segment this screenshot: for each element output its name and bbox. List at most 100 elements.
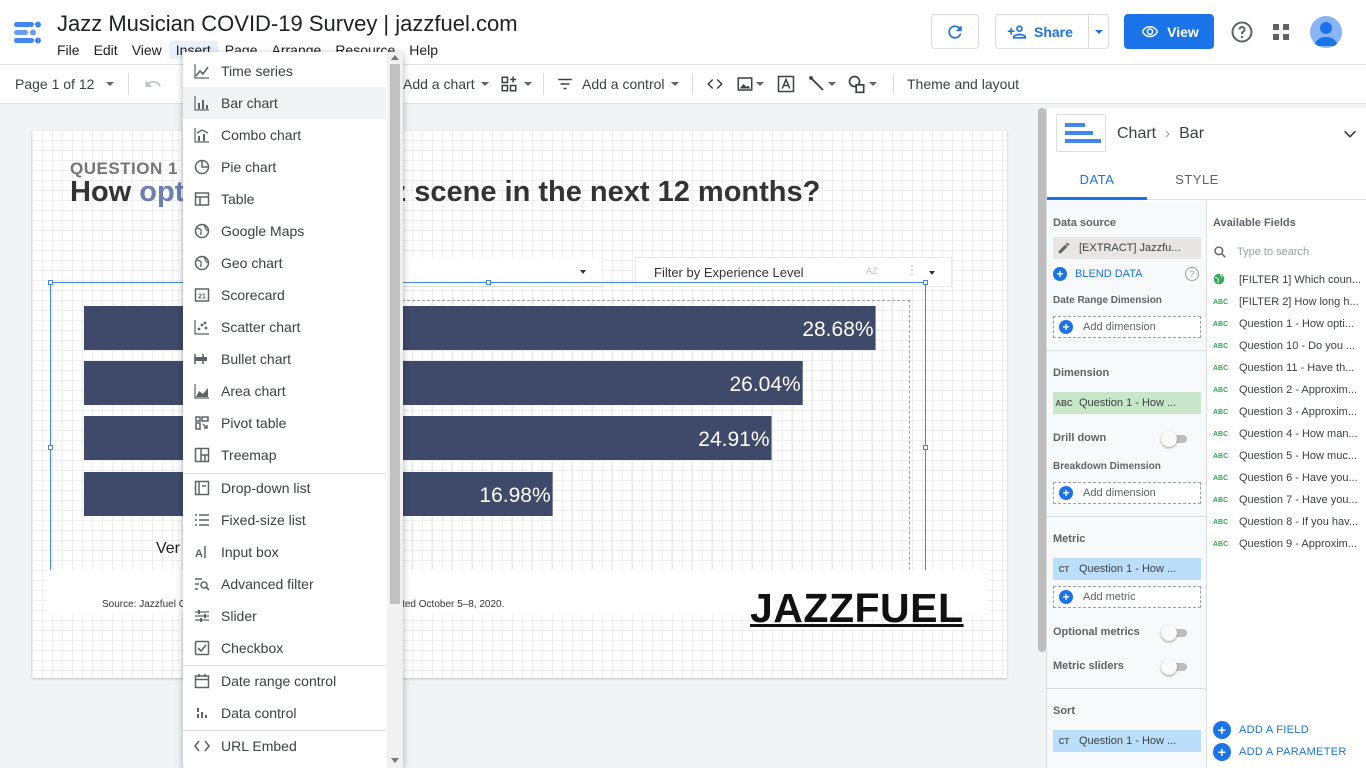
insert-menu-item-bullet-chart[interactable]: Bullet chart xyxy=(183,343,386,375)
share-button[interactable]: Share xyxy=(995,14,1109,49)
add-parameter-button[interactable]: + ADD A PARAMETER xyxy=(1213,743,1347,761)
insert-menu-item-time-series[interactable]: Time series xyxy=(183,55,386,87)
url-embed-button[interactable] xyxy=(705,65,725,103)
menu-scroll-thumb[interactable] xyxy=(390,64,400,604)
shape-button[interactable] xyxy=(847,65,877,103)
report-canvas[interactable]: QUESTION 1 How opt or the jazz scene in t… xyxy=(32,130,1007,678)
avatar[interactable] xyxy=(1310,16,1342,48)
insert-menu-item-url-embed[interactable]: URL Embed xyxy=(183,730,386,762)
dimension-pill[interactable]: ABC Question 1 - How ... xyxy=(1053,392,1201,414)
menu-file[interactable]: File xyxy=(50,41,87,59)
data-studio-logo[interactable] xyxy=(12,16,44,48)
insert-menu-item-bar-chart[interactable]: Bar chart xyxy=(183,87,386,119)
insert-menu-item-combo-chart[interactable]: Combo chart xyxy=(183,119,386,151)
menu-help[interactable]: Help xyxy=(402,41,445,59)
available-field[interactable]: ABC Question 8 - If you hav... xyxy=(1213,511,1363,533)
available-field[interactable]: ABC Question 4 - How man... xyxy=(1213,423,1363,445)
search-input[interactable] xyxy=(1237,246,1357,258)
available-field[interactable]: ABC Question 2 - Approxim... xyxy=(1213,379,1363,401)
chevron-down-icon xyxy=(756,82,764,86)
drill-down-toggle[interactable] xyxy=(1161,431,1189,447)
available-field[interactable]: ABC Question 3 - Approxim... xyxy=(1213,401,1363,423)
insert-menu-item-scatter-chart[interactable]: Scatter chart xyxy=(183,311,386,343)
add-field-button[interactable]: + ADD A FIELD xyxy=(1213,721,1309,739)
chart-type-picker[interactable] xyxy=(1056,114,1106,152)
insert-menu-item-geo-chart[interactable]: Geo chart xyxy=(183,247,386,279)
scroll-down-arrow[interactable] xyxy=(391,758,399,763)
apps-grid-icon[interactable] xyxy=(1269,20,1293,44)
add-date-dimension[interactable]: + Add dimension xyxy=(1053,316,1201,338)
blend-data-button[interactable]: + BLEND DATA xyxy=(1053,267,1142,281)
add-metric-label: Add metric xyxy=(1083,591,1136,603)
help-icon[interactable] xyxy=(1230,20,1254,44)
theme-layout-button[interactable]: Theme and layout xyxy=(907,65,1019,103)
image-button[interactable] xyxy=(736,65,764,103)
tab-style[interactable]: STYLE xyxy=(1147,164,1247,200)
report-title[interactable]: Jazz Musician COVID-19 Survey | jazzfuel… xyxy=(57,11,518,37)
tab-data[interactable]: DATA xyxy=(1047,164,1147,200)
field-name: Question 3 - Approxim... xyxy=(1239,406,1357,418)
optional-metrics-toggle[interactable] xyxy=(1161,625,1189,641)
toolbar-divider xyxy=(893,73,894,95)
insert-menu-item-checkbox[interactable]: Checkbox xyxy=(183,632,386,664)
text-button[interactable] xyxy=(777,65,795,103)
insert-menu-item-fixed-size-list[interactable]: Fixed-size list xyxy=(183,504,386,536)
metric-pill[interactable]: CT Question 1 - How ... xyxy=(1053,558,1201,580)
insert-menu-item-pie-chart[interactable]: Pie chart xyxy=(183,151,386,183)
field-type: ABC xyxy=(1213,452,1229,460)
available-field[interactable]: ABC Question 11 - Have th... xyxy=(1213,357,1363,379)
insert-menu-item-advanced-filter[interactable]: Advanced filter xyxy=(183,568,386,600)
help-icon[interactable]: ? xyxy=(1185,267,1199,281)
line-button[interactable] xyxy=(808,65,836,103)
canvas-scrollbar[interactable] xyxy=(1038,108,1046,652)
field-type: ABC xyxy=(1213,386,1229,394)
share-options-caret[interactable] xyxy=(1088,15,1108,48)
shapes-icon xyxy=(848,75,865,94)
insert-menu-item-date-range-control[interactable]: Date range control xyxy=(183,665,386,697)
chevron-down-icon xyxy=(524,82,532,86)
insert-menu-item-table[interactable]: Table xyxy=(183,183,386,215)
pencil-icon[interactable] xyxy=(1053,237,1075,259)
community-viz-button[interactable] xyxy=(500,65,532,103)
insert-menu-item-area-chart[interactable]: Area chart xyxy=(183,375,386,407)
available-field[interactable]: ABC Question 9 - Approxim... xyxy=(1213,533,1363,555)
insert-menu-item-input-box[interactable]: A Input box xyxy=(183,536,386,568)
field-type: ABC xyxy=(1213,540,1229,548)
available-field[interactable]: ABC Question 5 - How muc... xyxy=(1213,445,1363,467)
toolbar-divider xyxy=(692,73,693,95)
menu-view[interactable]: View xyxy=(125,41,169,59)
menu-scrollbar[interactable] xyxy=(387,52,403,768)
page-selector[interactable]: Page 1 of 12 xyxy=(15,65,115,103)
insert-menu-item-scorecard[interactable]: 21 Scorecard xyxy=(183,279,386,311)
add-breakdown-dimension[interactable]: + Add dimension xyxy=(1053,482,1201,504)
add-chart-button[interactable]: Add a chart xyxy=(403,65,489,103)
insert-menu-item-data-control[interactable]: Data control xyxy=(183,697,386,729)
add-control-button[interactable]: Add a control xyxy=(556,65,679,103)
sort-pill[interactable]: CT Question 1 - How ... xyxy=(1053,730,1201,752)
available-field[interactable]: ABC Question 10 - Do you ... xyxy=(1213,335,1363,357)
available-field[interactable]: ABC Question 7 - Have you... xyxy=(1213,489,1363,511)
undo-button[interactable] xyxy=(144,65,162,103)
available-field[interactable]: [FILTER 1] Which coun... xyxy=(1213,269,1363,291)
refresh-data-button[interactable] xyxy=(931,14,979,49)
breakdown-label: Breakdown Dimension xyxy=(1053,461,1161,472)
chevron-down-icon[interactable] xyxy=(1342,126,1358,142)
insert-menu-item-drop-down-list[interactable]: Drop-down list xyxy=(183,472,386,504)
calendar-icon xyxy=(194,674,210,689)
available-field[interactable]: ABC Question 6 - Have you... xyxy=(1213,467,1363,489)
menu-edit[interactable]: Edit xyxy=(87,41,125,59)
available-field[interactable]: ABC Question 1 - How opti... xyxy=(1213,313,1363,335)
insert-menu-item-pivot-table[interactable]: Pivot table xyxy=(183,407,386,439)
dropdown-list-icon xyxy=(194,480,210,496)
insert-menu-item-google-maps[interactable]: Google Maps xyxy=(183,215,386,247)
insert-menu-item-treemap[interactable]: Treemap xyxy=(183,439,386,471)
view-button[interactable]: View xyxy=(1124,14,1214,49)
globe-icon xyxy=(194,255,210,271)
available-field[interactable]: ABC [FILTER 2] How long h... xyxy=(1213,291,1363,313)
add-control-label: Add a control xyxy=(582,76,665,92)
add-metric[interactable]: + Add metric xyxy=(1053,586,1201,608)
data-source-pill[interactable]: [EXTRACT] Jazzfu... xyxy=(1053,237,1201,259)
insert-menu-item-slider[interactable]: Slider xyxy=(183,600,386,632)
scroll-up-arrow[interactable] xyxy=(391,55,399,60)
metric-sliders-toggle[interactable] xyxy=(1161,659,1189,675)
